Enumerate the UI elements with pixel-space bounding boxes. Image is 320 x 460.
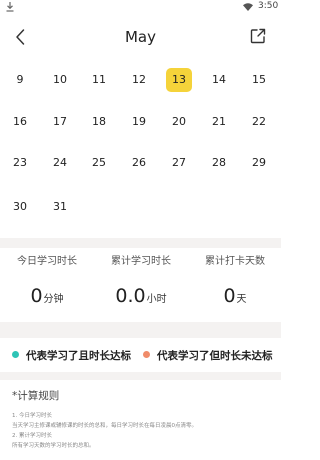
calendar-day[interactable]: 14 (206, 68, 232, 92)
stats-panel: 今日学习时长 0分钟 累计学习时长 0.0小时 累计打卡天数 0天 (0, 255, 281, 320)
wifi-icon (243, 3, 253, 11)
rule-line: 所有学习天数的学习时长的总和。 (12, 443, 95, 449)
rules-title: *计算规则 (12, 390, 60, 402)
calendar-day[interactable]: 11 (86, 68, 112, 92)
stat-value: 0 (30, 285, 43, 307)
calendar-day[interactable]: 17 (47, 110, 73, 134)
section-divider (0, 372, 281, 380)
calendar-day[interactable]: 12 (126, 68, 152, 92)
calendar-day[interactable]: 22 (246, 110, 272, 134)
calendar-day[interactable]: 23 (7, 151, 33, 175)
calendar-day[interactable]: 15 (246, 68, 272, 92)
month-title: May (124, 28, 156, 46)
status-time: 3:50 (258, 1, 279, 11)
calendar-day[interactable]: 21 (206, 110, 232, 134)
rule-line: 2. 累计学习时长 (12, 433, 52, 439)
download-icon (6, 2, 14, 12)
stat-unit: 天 (236, 294, 247, 305)
legend: 代表学习了且时长达标 代表学习了但时长未达标 (0, 342, 281, 368)
calendar-day[interactable]: 26 (126, 151, 152, 175)
legend-text: 代表学习了且时长达标 (26, 350, 131, 362)
stat-label: 累计学习时长 (111, 256, 171, 267)
calendar-day[interactable]: 27 (166, 151, 192, 175)
stat-value: 0 (223, 285, 236, 307)
calendar-day[interactable]: 20 (166, 110, 192, 134)
rule-line: 1. 今日学习时长 (12, 413, 52, 419)
stat-today: 今日学习时长 0分钟 (0, 255, 94, 307)
screen: 3:50 May 9 10 11 12 13 14 15 16 17 18 19 20 21 22 23 24… (0, 0, 281, 460)
header: May (0, 20, 281, 54)
calendar-day[interactable]: 31 (47, 195, 73, 219)
rules-body: 1. 今日学习时长 当天学习主修课或辅修课的时长的总和，每日学习时长在每日凌晨0… (12, 411, 272, 451)
share-icon (250, 28, 266, 44)
legend-text: 代表学习了但时长未达标 (157, 350, 273, 362)
stat-unit: 小时 (146, 294, 167, 305)
calendar-day-selected[interactable]: 13 (166, 68, 192, 92)
stat-label: 今日学习时长 (17, 256, 77, 267)
calendar-day[interactable]: 18 (86, 110, 112, 134)
calendar-day[interactable]: 19 (126, 110, 152, 134)
calendar-grid: 9 10 11 12 13 14 15 16 17 18 19 20 21 22 23 24 25 26 27 28 2… (0, 60, 281, 235)
stat-value: 0.0 (115, 285, 146, 307)
stat-days: 累计打卡天数 0天 (188, 255, 281, 307)
status-bar: 3:50 (0, 0, 281, 14)
legend-item-reached: 代表学习了且时长达标 (12, 348, 131, 363)
calendar-day[interactable]: 28 (206, 151, 232, 175)
share-button[interactable] (248, 26, 268, 46)
teal-dot-icon (12, 351, 19, 358)
calendar-day[interactable]: 16 (7, 110, 33, 134)
section-divider (0, 322, 281, 338)
calendar-day[interactable]: 24 (47, 151, 73, 175)
calendar-day[interactable]: 29 (246, 151, 272, 175)
calendar-day[interactable]: 9 (7, 68, 33, 92)
section-divider (0, 238, 281, 248)
calendar-day[interactable]: 25 (86, 151, 112, 175)
rules-section: *计算规则 1. 今日学习时长 当天学习主修课或辅修课的时长的总和，每日学习时长… (12, 388, 272, 451)
rule-line: 当天学习主修课或辅修课的时长的总和，每日学习时长在每日凌晨0点清零。 (12, 423, 198, 429)
legend-item-not-reached: 代表学习了但时长未达标 (143, 348, 273, 363)
stat-unit: 分钟 (43, 294, 64, 305)
stat-label: 累计打卡天数 (205, 256, 265, 267)
calendar-day[interactable]: 10 (47, 68, 73, 92)
orange-dot-icon (143, 351, 150, 358)
stat-total: 累计学习时长 0.0小时 (94, 255, 188, 307)
calendar-day[interactable]: 30 (7, 195, 33, 219)
